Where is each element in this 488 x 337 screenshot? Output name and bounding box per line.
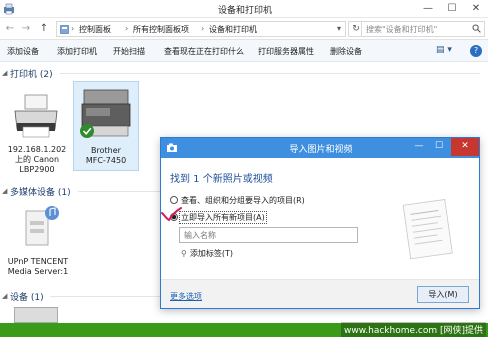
search-icon: [472, 24, 481, 33]
breadcrumb-all-items[interactable]: 所有控制面板项: [133, 24, 189, 35]
breadcrumb-separator: ›: [201, 24, 205, 33]
group-title-media[interactable]: 多媒体设备 (1): [10, 185, 71, 198]
device-canon-printer[interactable]: 192.168.1.202 上的 Canon LBP2900: [6, 93, 68, 181]
device-label: 上的 Canon: [14, 155, 60, 164]
dialog-heading: 找到 1 个新照片或视频: [170, 174, 273, 185]
option-review-row[interactable]: 查看、组织和分组要导入的项目(R): [170, 195, 305, 206]
device-upnp-media-server[interactable]: UPnP TENCENT Media Server:1: [4, 201, 72, 285]
watermark: www.hackhome.com [网侠]提供: [341, 322, 486, 337]
maximize-button[interactable]: ☐: [440, 0, 464, 18]
close-button[interactable]: ✕: [464, 0, 488, 18]
breadcrumb[interactable]: › 控制面板 › 所有控制面板项 › 设备和打印机 ▾: [56, 21, 346, 37]
breadcrumb-control-panel[interactable]: 控制面板: [79, 24, 111, 35]
control-panel-icon: [60, 25, 69, 34]
command-bar: 添加设备 添加打印机 开始扫描 查看现在正在打印什么 打印服务器属性 删除设备 …: [0, 40, 488, 62]
option-import-all-label[interactable]: 立即导入所有新项目(A): [179, 211, 267, 224]
camera-icon: [167, 143, 177, 152]
collapse-icon[interactable]: ◢: [2, 69, 7, 77]
device-brother-printer[interactable]: Brother MFC-7450: [73, 81, 139, 171]
back-button[interactable]: ←: [4, 22, 16, 36]
add-tags-label[interactable]: 添加标签(T): [190, 249, 233, 258]
printer-icon: [14, 94, 58, 138]
photo-preview-icon: [402, 199, 453, 260]
multifunction-printer-icon: [80, 89, 131, 138]
chevron-down-icon[interactable]: ▾: [337, 24, 341, 33]
dialog-title: 导入图片和视频: [289, 145, 353, 155]
option-review-label[interactable]: 查看、组织和分组要导入的项目(R): [181, 196, 305, 205]
group-divider: [50, 296, 160, 297]
import-dialog: 导入图片和视频 — ☐ ✕ 找到 1 个新照片或视频 查看、组织和分组要导入的项…: [160, 137, 480, 309]
collapse-icon[interactable]: ◢: [2, 292, 7, 300]
print-server-properties-button[interactable]: 打印服务器属性: [258, 46, 314, 57]
start-scan-button[interactable]: 开始扫描: [113, 46, 145, 57]
add-device-button[interactable]: 添加设备: [7, 46, 39, 57]
title-bar: 设备和打印机 — ☐ ✕: [0, 0, 488, 18]
device-label: MFC-7450: [85, 156, 127, 165]
device-label: Brother: [91, 146, 121, 155]
radio-review[interactable]: [170, 196, 178, 204]
remove-device-button[interactable]: 删除设备: [330, 46, 362, 57]
name-input[interactable]: 输入名称: [179, 227, 358, 243]
dialog-maximize-button[interactable]: ☐: [429, 138, 449, 156]
group-title-devices[interactable]: 设备 (1): [10, 290, 44, 303]
collapse-icon[interactable]: ◢: [2, 187, 7, 195]
media-server-icon: [25, 206, 59, 246]
option-import-all-row[interactable]: 立即导入所有新项目(A): [170, 211, 267, 224]
search-placeholder: 搜索"设备和打印机": [366, 25, 438, 34]
view-options-button[interactable]: ▤ ▾: [436, 45, 452, 55]
dialog-minimize-button[interactable]: —: [409, 138, 429, 156]
group-divider: [78, 191, 160, 192]
group-title-printers[interactable]: 打印机 (2): [10, 67, 53, 80]
search-input[interactable]: 搜索"设备和打印机": [361, 21, 485, 37]
annotation-check-icon: [161, 207, 182, 222]
forward-button[interactable]: →: [20, 22, 32, 36]
minimize-button[interactable]: —: [416, 0, 440, 18]
dialog-title-bar: 导入图片和视频 — ☐ ✕: [161, 138, 479, 158]
breadcrumb-devices-printers[interactable]: 设备和打印机: [209, 24, 257, 35]
breadcrumb-separator: ›: [71, 24, 75, 33]
import-button[interactable]: 导入(M): [417, 286, 469, 303]
device-label: 192.168.1.202: [7, 145, 67, 154]
group-divider: [60, 73, 480, 74]
device-label: LBP2900: [19, 165, 55, 174]
window-title: 设备和打印机: [217, 6, 272, 16]
dialog-close-button[interactable]: ✕: [451, 138, 479, 156]
device-label: UPnP TENCENT: [7, 257, 69, 266]
up-button[interactable]: ↑: [38, 22, 50, 36]
device-icon-partial: [14, 307, 58, 323]
device-label: Media Server:1: [7, 267, 69, 276]
see-whats-printing-button[interactable]: 查看现在正在打印什么: [164, 46, 244, 57]
add-printer-button[interactable]: 添加打印机: [57, 46, 97, 57]
address-bar: ← → ↑ › 控制面板 › 所有控制面板项 › 设备和打印机 ▾ ↻ 搜索"设…: [0, 18, 488, 40]
help-button[interactable]: ?: [470, 45, 482, 57]
name-input-placeholder: 输入名称: [184, 231, 216, 240]
more-options-link[interactable]: 更多选项: [170, 291, 202, 302]
tag-icon: ⚲: [181, 249, 187, 258]
breadcrumb-separator: ›: [125, 24, 129, 33]
dialog-footer: 更多选项 导入(M): [161, 280, 479, 308]
add-tags-link[interactable]: ⚲ 添加标签(T): [181, 248, 233, 259]
devices-printers-icon: [4, 3, 14, 15]
